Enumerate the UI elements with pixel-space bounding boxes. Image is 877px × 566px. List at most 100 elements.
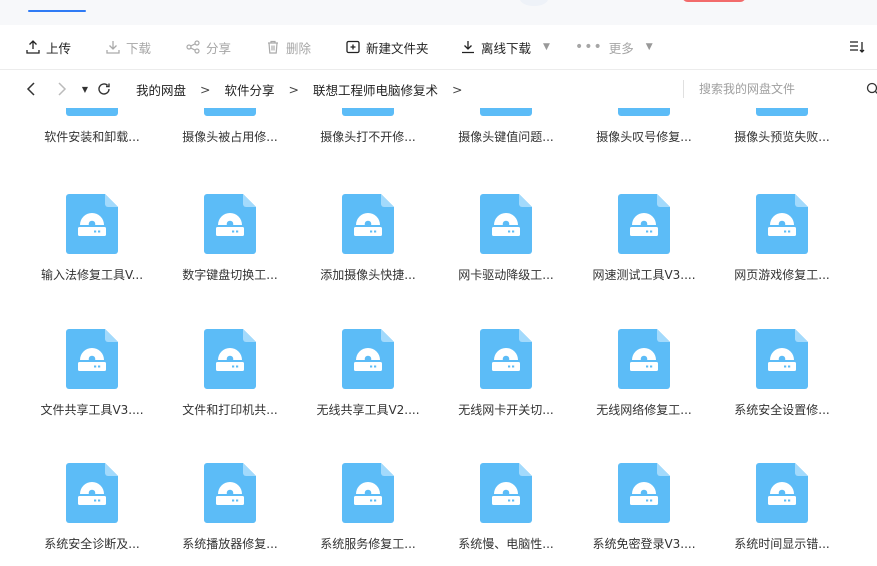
download-icon [106,41,120,54]
file-name: 系统免密登录V3.... [592,537,696,551]
file-name: 系统安全诊断及... [44,537,140,551]
file-name: 数字键盘切换工... [182,268,278,282]
disc-file-icon [342,463,394,523]
disc-file-icon [480,194,532,254]
file-name: 摄像头打不开修... [320,130,416,144]
file-item[interactable]: 无线网络修复工... [579,329,709,459]
offline-download-button[interactable]: 离线下载 ▼ [461,25,550,69]
file-item[interactable]: 无线共享工具V2.... [303,329,433,459]
more-label: 更多 [608,40,634,56]
file-item[interactable]: 网速测试工具V3.... [579,194,709,324]
chevron-down-icon[interactable]: ▼ [543,42,550,52]
sort-button[interactable] [849,25,865,69]
disc-file-icon [756,329,808,389]
file-item[interactable]: 系统播放器修复... [165,463,295,566]
upload-icon [26,40,40,54]
file-item[interactable]: 添加摄像头快捷... [303,194,433,324]
toolbar: 上传 下载 分享 删除 新建文件夹 离线下载 ▼ ••• 更多 ▼ [0,25,877,70]
file-item[interactable]: 数字键盘切换工... [165,194,295,324]
history-dropdown-icon[interactable]: ▼ [76,80,94,98]
upload-button[interactable]: 上传 [26,25,71,69]
file-item[interactable]: 系统慢、电脑性... [441,463,571,566]
share-icon [186,40,200,54]
disc-file-icon [66,108,118,116]
more-dots-icon: ••• [575,39,603,55]
search-icon[interactable] [866,82,877,96]
new-folder-button[interactable]: 新建文件夹 [346,25,429,69]
file-item[interactable]: 系统服务修复工... [303,463,433,566]
file-item[interactable]: 系统安全诊断及... [27,463,157,566]
file-item[interactable]: 输入法修复工具V... [27,194,157,324]
file-name: 添加摄像头快捷... [320,268,416,282]
promo-badge[interactable] [682,0,746,2]
file-item[interactable]: 文件和打印机共... [165,329,295,459]
file-item[interactable]: 网卡驱动降级工... [441,194,571,324]
file-item[interactable]: 系统免密登录V3.... [579,463,709,566]
trash-icon [268,40,278,54]
file-item[interactable]: 文件共享工具V3.... [27,329,157,459]
top-tab-strip [0,0,877,25]
divider [683,80,684,98]
avatar[interactable] [520,0,548,6]
download-button[interactable]: 下载 [106,25,151,69]
navigation-bar: ▼ 我的网盘 > 软件分享 > 联想工程师电脑修复术 > [0,70,877,108]
disc-file-icon [618,463,670,523]
file-name: 网速测试工具V3.... [592,268,696,282]
file-name: 摄像头键值问题... [458,130,554,144]
file-name: 无线网卡开关切... [458,403,554,417]
file-name: 系统播放器修复... [182,537,278,551]
file-name: 无线网络修复工... [596,403,692,417]
file-name: 无线共享工具V2.... [316,403,420,417]
file-item[interactable]: 摄像头叹号修复... [579,108,709,186]
disc-file-icon [618,108,670,116]
chevron-right-icon[interactable]: > [452,82,462,97]
refresh-icon[interactable] [95,80,113,98]
file-name: 软件安装和卸载... [44,130,140,144]
new-folder-icon [346,40,360,54]
disc-file-icon [66,194,118,254]
new-folder-label: 新建文件夹 [366,40,429,56]
disc-file-icon [480,108,532,116]
breadcrumb-item[interactable]: 我的网盘 [136,80,186,99]
disc-file-icon [204,108,256,116]
delete-label: 删除 [286,40,312,56]
disc-file-icon [756,108,808,116]
file-name: 输入法修复工具V... [40,268,144,282]
file-name: 摄像头叹号修复... [596,130,692,144]
file-item[interactable]: 无线网卡开关切... [441,329,571,459]
file-name: 系统时间显示错... [734,537,830,551]
disc-file-icon [618,329,670,389]
disc-file-icon [618,194,670,254]
forward-arrow-icon[interactable] [53,80,71,98]
file-name: 摄像头预览失败... [734,130,830,144]
share-button[interactable]: 分享 [186,25,231,69]
breadcrumb-item[interactable]: 软件分享 [225,80,275,99]
delete-button[interactable]: 删除 [266,25,311,69]
breadcrumb-item[interactable]: 联想工程师电脑修复术 [313,80,438,99]
file-item[interactable]: 网页游戏修复工... [717,194,847,324]
disc-file-icon [66,463,118,523]
file-item[interactable]: 系统安全设置修... [717,329,847,459]
offline-download-label: 离线下载 [481,40,532,56]
disc-file-icon [204,463,256,523]
disc-file-icon [204,194,256,254]
file-item[interactable]: 软件安装和卸载... [27,108,157,186]
file-name: 文件和打印机共... [182,403,278,417]
file-item[interactable]: 摄像头打不开修... [303,108,433,186]
file-name: 系统服务修复工... [320,537,416,551]
chevron-right-icon: > [200,81,211,97]
file-name: 网卡驱动降级工... [458,268,554,282]
disc-file-icon [204,329,256,389]
file-item[interactable]: 摄像头被占用修... [165,108,295,186]
file-item[interactable]: 摄像头预览失败... [717,108,847,186]
search-input[interactable] [699,79,869,99]
file-name: 文件共享工具V3.... [40,403,144,417]
offline-download-icon [462,41,474,54]
file-item[interactable]: 摄像头键值问题... [441,108,571,186]
file-item[interactable]: 系统时间显示错... [717,463,847,566]
chevron-down-icon[interactable]: ▼ [646,42,653,52]
more-button[interactable]: ••• 更多 ▼ [575,25,653,69]
sort-icon [850,41,865,53]
back-arrow-icon[interactable] [22,80,40,98]
breadcrumb: 我的网盘 > 软件分享 > 联想工程师电脑修复术 > [136,70,477,108]
